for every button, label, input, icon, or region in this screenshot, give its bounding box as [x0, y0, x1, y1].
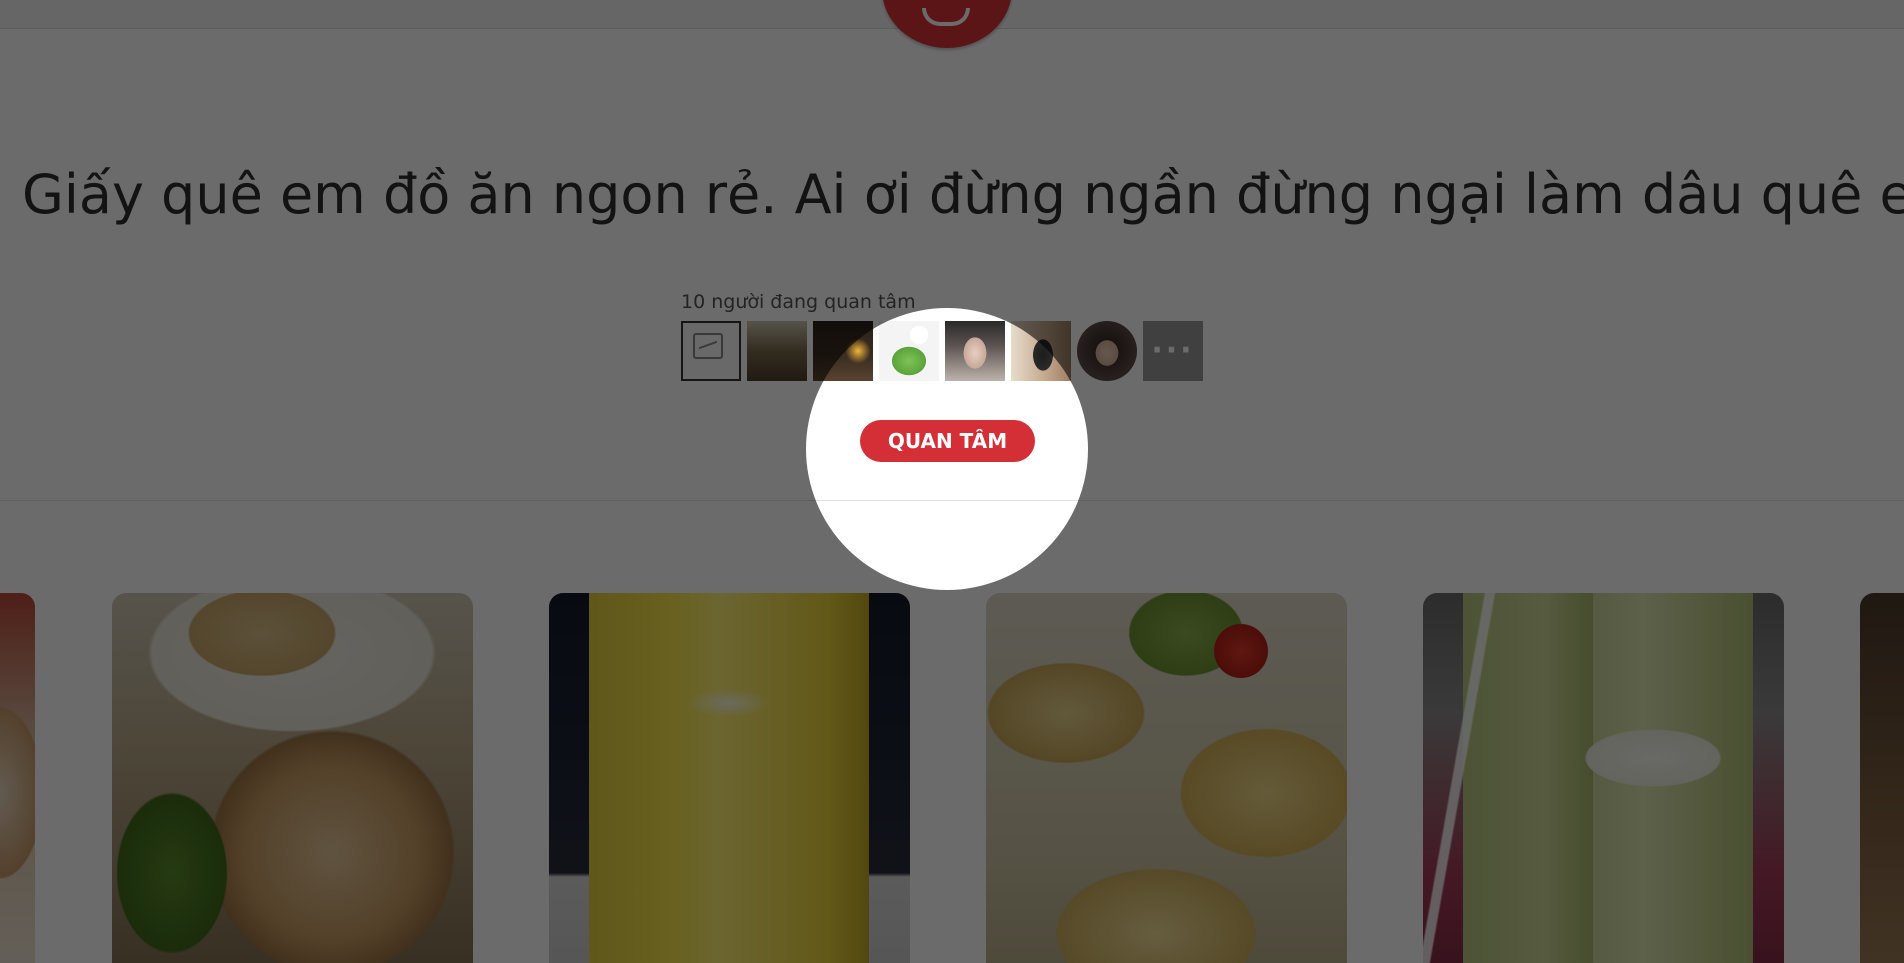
avatar[interactable]	[879, 321, 939, 381]
more-followers-button[interactable]: ···	[1143, 321, 1203, 381]
section-divider	[0, 500, 1904, 501]
avatar[interactable]	[813, 321, 873, 381]
page-tagline: Giấy quê em đồ ăn ngon rẻ. Ai ơi đừng ng…	[22, 163, 1904, 226]
avatar[interactable]	[1011, 321, 1071, 381]
avatar-placeholder[interactable]	[681, 321, 741, 381]
gallery-photo-4[interactable]	[1423, 593, 1784, 963]
avatar[interactable]	[945, 321, 1005, 381]
avatar[interactable]	[747, 321, 807, 381]
gallery-photo-partial-left[interactable]	[0, 593, 35, 963]
image-placeholder-icon	[693, 333, 723, 359]
logo-mark	[922, 8, 970, 26]
follow-button[interactable]: QUAN TÂM	[860, 420, 1035, 462]
gallery-photo-1[interactable]	[112, 593, 473, 963]
gallery-photo-2[interactable]	[549, 593, 910, 963]
page: Giấy quê em đồ ăn ngon rẻ. Ai ơi đừng ng…	[0, 0, 1904, 963]
photo-gallery	[0, 593, 1904, 963]
brand-logo-icon[interactable]	[882, 0, 1012, 48]
gallery-photo-3[interactable]	[986, 593, 1347, 963]
followers-count: 10 người đang quan tâm	[681, 291, 916, 313]
gallery-photo-partial-right[interactable]	[1860, 593, 1904, 963]
avatar[interactable]	[1077, 321, 1137, 381]
